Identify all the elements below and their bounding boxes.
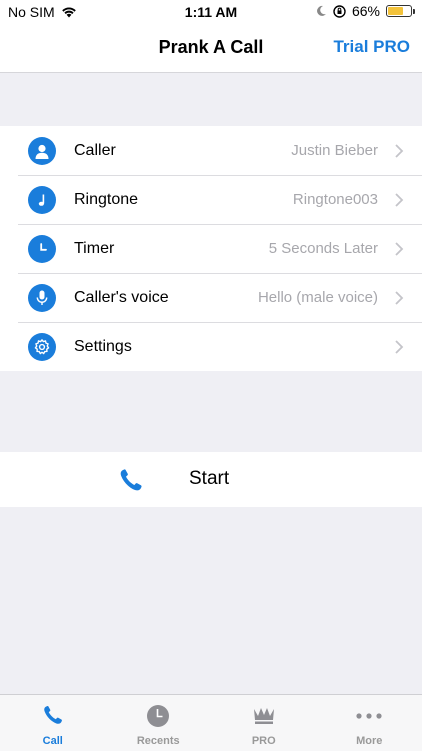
tab-call[interactable]: Call bbox=[0, 695, 106, 751]
start-button[interactable]: Start bbox=[0, 452, 422, 507]
gear-icon bbox=[28, 333, 56, 361]
start-label: Start bbox=[189, 468, 229, 490]
tab-pro-label: PRO bbox=[211, 735, 317, 747]
callers-voice-label: Caller's voice bbox=[74, 289, 169, 307]
caller-row[interactable]: Caller Justin Bieber bbox=[0, 126, 422, 175]
ringtone-label: Ringtone bbox=[74, 191, 138, 209]
chevron-right-icon bbox=[394, 339, 404, 355]
music-note-icon bbox=[28, 186, 56, 214]
clock-icon bbox=[146, 704, 170, 728]
navigation-bar: Prank A Call Trial PRO bbox=[0, 24, 422, 73]
tab-pro[interactable]: PRO bbox=[211, 695, 317, 751]
status-right: 66% bbox=[316, 3, 412, 19]
ringtone-value: Ringtone003 bbox=[293, 191, 378, 208]
microphone-icon bbox=[28, 284, 56, 312]
person-icon bbox=[28, 137, 56, 165]
callers-voice-row[interactable]: Caller's voice Hello (male voice) bbox=[0, 273, 422, 322]
tab-call-label: Call bbox=[0, 735, 106, 747]
status-bar: No SIM 1:11 AM 66% bbox=[0, 0, 422, 24]
crown-icon bbox=[252, 704, 276, 726]
chevron-right-icon bbox=[394, 143, 404, 159]
phone-icon bbox=[118, 467, 144, 493]
timer-label: Timer bbox=[74, 240, 114, 258]
caller-label: Caller bbox=[74, 142, 116, 160]
phone-icon bbox=[42, 704, 64, 726]
battery-percent: 66% bbox=[352, 3, 380, 19]
clock-icon bbox=[28, 235, 56, 263]
ringtone-row[interactable]: Ringtone Ringtone003 bbox=[0, 175, 422, 224]
tab-more[interactable]: More bbox=[317, 695, 422, 751]
battery-level bbox=[388, 7, 403, 15]
chevron-right-icon bbox=[394, 290, 404, 306]
tab-recents[interactable]: Recents bbox=[106, 695, 212, 751]
trial-pro-button[interactable]: Trial PRO bbox=[333, 37, 410, 57]
settings-row[interactable]: Settings bbox=[0, 322, 422, 371]
moon-icon bbox=[316, 5, 327, 17]
settings-list: Caller Justin Bieber Ringtone Ringtone00… bbox=[0, 126, 422, 371]
tab-more-label: More bbox=[317, 735, 422, 747]
more-dots-icon bbox=[354, 704, 384, 726]
chevron-right-icon bbox=[394, 192, 404, 208]
timer-row[interactable]: Timer 5 Seconds Later bbox=[0, 224, 422, 273]
settings-label: Settings bbox=[74, 338, 132, 356]
caller-value: Justin Bieber bbox=[291, 142, 378, 159]
orientation-lock-icon bbox=[333, 5, 346, 18]
callers-voice-value: Hello (male voice) bbox=[258, 289, 378, 306]
tab-recents-label: Recents bbox=[106, 735, 212, 747]
chevron-right-icon bbox=[394, 241, 404, 257]
tab-bar: Call Recents PRO More bbox=[0, 694, 422, 751]
battery-icon bbox=[386, 5, 412, 17]
timer-value: 5 Seconds Later bbox=[269, 240, 378, 257]
